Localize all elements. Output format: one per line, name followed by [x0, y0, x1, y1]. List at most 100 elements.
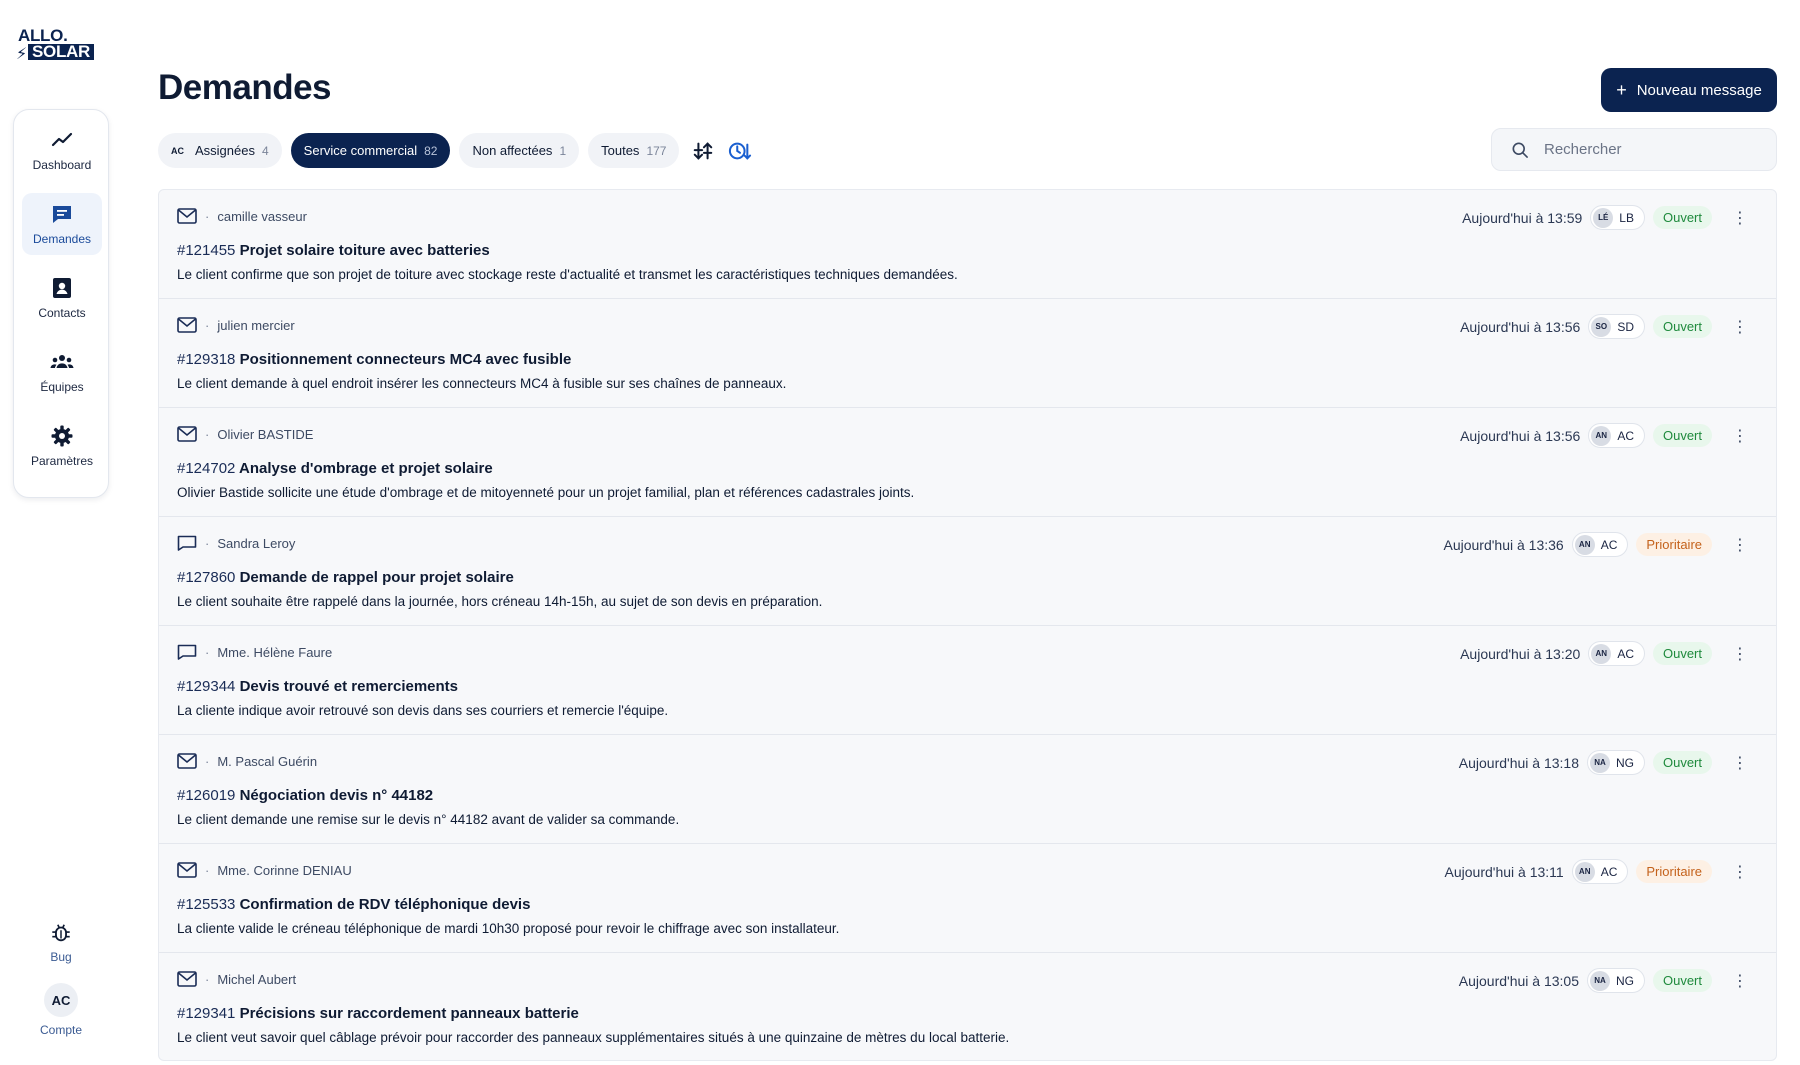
filter-non-affectees[interactable]: Non affectées 1 — [459, 133, 580, 168]
assignee-badge[interactable]: AN AC — [1571, 859, 1629, 884]
sidebar-item-equipes[interactable]: Équipes — [22, 341, 102, 403]
more-options-icon[interactable]: ⋮ — [1730, 644, 1750, 664]
assignee-badge[interactable]: AN AC — [1588, 641, 1645, 666]
request-time: Aujourd'hui à 13:20 — [1460, 645, 1581, 662]
request-row[interactable]: · camille vasseur #121455 Projet solaire… — [159, 190, 1776, 299]
sidebar-item-dashboard[interactable]: Dashboard — [22, 119, 102, 181]
request-row[interactable]: · Mme. Hélène Faure #129344 Devis trouvé… — [159, 626, 1776, 735]
more-options-icon[interactable]: ⋮ — [1730, 426, 1750, 446]
assignee-mini-avatar: AN — [1574, 861, 1595, 882]
request-row[interactable]: · M. Pascal Guérin #126019 Négociation d… — [159, 735, 1776, 844]
assignee-initials: AC — [1617, 428, 1634, 443]
filter-label: Non affectées — [472, 143, 553, 158]
status-badge: Ouvert — [1652, 206, 1712, 229]
new-message-button[interactable]: + Nouveau message — [1601, 68, 1777, 112]
allo-solar-logo[interactable]: ALLO. ⚡ SOLAR — [16, 26, 104, 64]
more-options-icon[interactable]: ⋮ — [1730, 862, 1750, 882]
plus-icon: + — [1616, 79, 1627, 100]
request-number: #124702 — [177, 460, 236, 477]
request-meta: · Olivier BASTIDE — [177, 426, 313, 442]
request-description: La cliente indique avoir retrouvé son de… — [177, 703, 669, 718]
filter-assignees[interactable]: AC Assignées 4 — [158, 133, 282, 168]
bolt-icon: ⚡ — [16, 46, 28, 63]
request-subject: Analyse d'ombrage et projet solaire — [239, 460, 493, 477]
logo-line-2: SOLAR — [28, 43, 95, 60]
filter-service-commercial[interactable]: Service commercial 82 — [290, 133, 451, 168]
separator-dot: · — [205, 426, 210, 442]
search-box[interactable] — [1491, 128, 1777, 171]
request-subject: Demande de rappel pour projet solaire — [239, 569, 514, 586]
sort-options-button[interactable] — [690, 138, 716, 164]
request-meta: · M. Pascal Guérin — [177, 753, 317, 769]
bug-report-button[interactable]: Bug — [21, 922, 101, 964]
more-options-icon[interactable]: ⋮ — [1730, 535, 1750, 555]
status-badge: Ouvert — [1652, 315, 1712, 338]
request-title: #125533 Confirmation de RDV téléphonique… — [177, 896, 530, 913]
request-subject: Positionnement connecteurs MC4 avec fusi… — [239, 351, 572, 368]
account-button[interactable]: AC Compte — [21, 983, 101, 1037]
assignee-initials: AC — [171, 145, 184, 156]
request-row[interactable]: · Olivier BASTIDE #124702 Analyse d'ombr… — [159, 408, 1776, 517]
assignee-initials: LB — [1619, 210, 1634, 225]
sidebar-item-label: Équipes — [40, 380, 84, 394]
status-badge: Ouvert — [1652, 642, 1712, 665]
more-options-icon[interactable]: ⋮ — [1730, 208, 1750, 228]
request-status-area: Aujourd'hui à 13:36 AN AC Prioritaire ⋮ — [1443, 532, 1750, 557]
status-badge: Ouvert — [1652, 969, 1712, 992]
request-number: #127860 — [177, 569, 236, 586]
assignee-mini-avatar: AN — [1591, 425, 1612, 446]
request-time: Aujourd'hui à 13:56 — [1460, 427, 1581, 444]
sort-by-time-button[interactable] — [727, 138, 753, 164]
filter-count: 177 — [646, 143, 667, 158]
assignee-initials: SD — [1617, 319, 1634, 334]
sort-arrows-icon — [694, 141, 713, 160]
request-description: Olivier Bastide sollicite une étude d'om… — [177, 485, 915, 500]
assignee-badge[interactable]: LÉ LB — [1590, 205, 1645, 230]
account-label: Compte — [39, 1023, 83, 1037]
assignee-initials: NG — [1615, 973, 1634, 988]
more-options-icon[interactable]: ⋮ — [1730, 971, 1750, 991]
request-meta: · Mme. Hélène Faure — [177, 644, 332, 660]
request-row[interactable]: · Mme. Corinne DENIAU #125533 Confirmati… — [159, 844, 1776, 953]
request-status-area: Aujourd'hui à 13:18 NA NG Ouvert ⋮ — [1459, 750, 1750, 775]
request-row[interactable]: · Sandra Leroy #127860 Demande de rappel… — [159, 517, 1776, 626]
more-options-icon[interactable]: ⋮ — [1730, 317, 1750, 337]
search-input[interactable] — [1544, 141, 1744, 158]
assignee-initials: AC — [1617, 646, 1634, 661]
request-list: · camille vasseur #121455 Projet solaire… — [158, 189, 1777, 1061]
envelope-icon — [177, 426, 197, 442]
sidebar-item-label: Contacts — [38, 306, 86, 320]
assignee-badge[interactable]: AN AC — [1588, 423, 1645, 448]
sidebar-item-label: Demandes — [32, 232, 92, 246]
more-options-icon[interactable]: ⋮ — [1730, 753, 1750, 773]
separator-dot: · — [205, 971, 210, 987]
assignee-badge[interactable]: AN AC — [1571, 532, 1629, 557]
request-sender: camille vasseur — [217, 208, 307, 224]
sidebar-item-demandes[interactable]: Demandes — [22, 193, 102, 255]
envelope-icon — [177, 971, 197, 987]
request-number: #129318 — [177, 351, 236, 368]
request-title: #127860 Demande de rappel pour projet so… — [177, 569, 514, 586]
search-icon — [1512, 142, 1528, 158]
assignee-badge[interactable]: NA NG — [1586, 968, 1645, 993]
request-description: Le client demande à quel endroit insérer… — [177, 376, 787, 391]
assignee-badge[interactable]: SO SD — [1588, 314, 1645, 339]
assignee-mini-avatar: AN — [1574, 534, 1595, 555]
filter-toutes[interactable]: Toutes 177 — [588, 133, 680, 168]
clock-sort-icon — [729, 142, 752, 160]
request-number: #129344 — [177, 678, 236, 695]
assignee-badge[interactable]: NA NG — [1586, 750, 1645, 775]
request-row[interactable]: · Michel Aubert #129341 Précisions sur r… — [159, 953, 1776, 1060]
request-subject: Négociation devis n° 44182 — [239, 787, 434, 804]
sidebar-item-label: Dashboard — [32, 158, 92, 172]
request-row[interactable]: · julien mercier #129318 Positionnement … — [159, 299, 1776, 408]
request-subject: Projet solaire toiture avec batteries — [239, 242, 490, 259]
request-sender: M. Pascal Guérin — [217, 753, 318, 769]
sidebar-item-parametres[interactable]: Paramètres — [22, 415, 102, 477]
assignee-mini-avatar: LÉ — [1593, 207, 1614, 228]
request-description: Le client confirme que son projet de toi… — [177, 267, 958, 282]
assignee-mini-avatar: NA — [1589, 752, 1610, 773]
envelope-icon — [177, 753, 197, 769]
sidebar-item-contacts[interactable]: Contacts — [22, 267, 102, 329]
status-badge: Prioritaire — [1636, 533, 1712, 556]
